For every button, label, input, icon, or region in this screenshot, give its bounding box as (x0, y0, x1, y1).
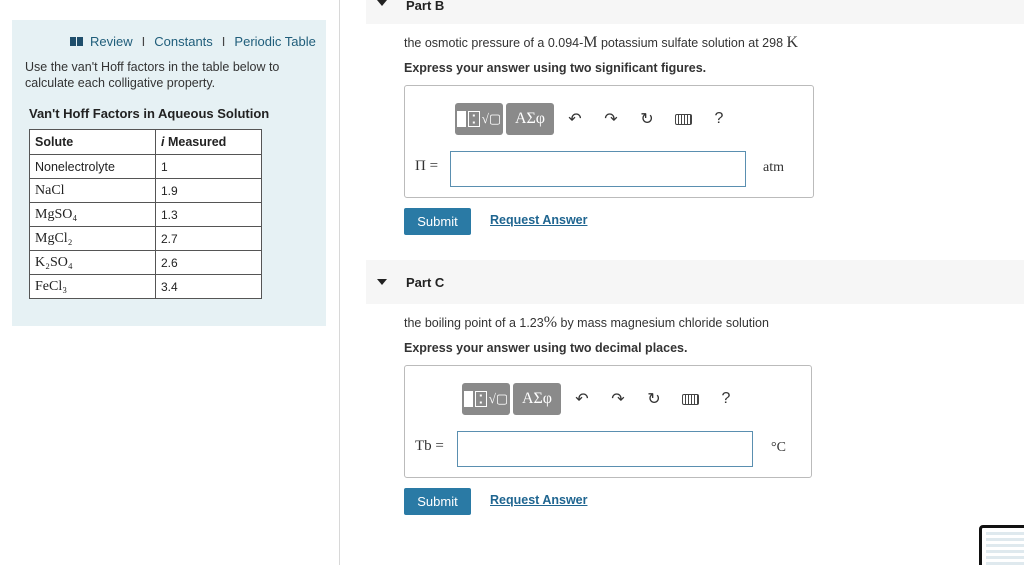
table-row: MgCl₂ 2.7 (29, 226, 262, 251)
table-row: NaCl 1.9 (29, 178, 262, 203)
link-separator: I (221, 34, 226, 49)
value-cell: 2.6 (155, 250, 262, 275)
table-title: Van't Hoff Factors in Aqueous Solution (29, 106, 270, 121)
redo-icon[interactable]: ↷ (593, 103, 629, 135)
part-b-answer-box: ▪ ▪ √▢ ΑΣφ ↶ ↷ ↻ ? Π = atm (404, 85, 814, 198)
greek-letters-button[interactable]: ΑΣφ (513, 383, 561, 415)
link-separator: I (141, 34, 146, 49)
question-text: by mass magnesium chloride solution (557, 316, 769, 330)
periodic-table-link[interactable]: Periodic Table (234, 34, 315, 49)
part-c-submit-button[interactable]: Submit (404, 488, 471, 515)
solute-cell: FeCl₃ (29, 274, 156, 299)
question-text: the boiling point of a 1.23 (404, 316, 544, 330)
part-b-submit-button[interactable]: Submit (404, 208, 471, 235)
part-b-question: the osmotic pressure of a 0.094-M potass… (404, 34, 798, 52)
book-icon (70, 37, 83, 46)
reset-icon[interactable]: ↻ (636, 383, 672, 415)
solute-cell: NaCl (29, 178, 156, 203)
value-cell: 1.9 (155, 178, 262, 203)
value-cell: 2.7 (155, 226, 262, 251)
question-text: potassium sulfate solution at 298 (597, 36, 787, 50)
math-toolbar: ▪ ▪ √▢ ΑΣφ ↶ ↷ ↻ ? (462, 383, 744, 415)
molar-unit: M (583, 34, 598, 51)
solute-header: Solute (29, 129, 156, 155)
keyboard-icon[interactable] (665, 103, 701, 135)
part-b-instruction: Express your answer using two significan… (404, 61, 707, 75)
solute-cell: Nonelectrolyte (29, 154, 156, 179)
solute-cell: K₂SO₄ (29, 250, 156, 275)
atm-unit: atm (763, 160, 784, 175)
table-row: FeCl₃ 3.4 (29, 274, 262, 299)
templates-button[interactable]: ▪ ▪ √▢ (455, 103, 503, 135)
part-c-request-answer-link[interactable]: Request Answer (490, 493, 587, 507)
templates-icon (463, 391, 473, 407)
math-toolbar: ▪ ▪ √▢ ΑΣφ ↶ ↷ ↻ ? (455, 103, 737, 135)
greek-letters-button[interactable]: ΑΣφ (506, 103, 554, 135)
part-c-header[interactable]: Part C (366, 260, 1024, 304)
collapse-triangle-icon[interactable] (377, 279, 387, 285)
page-thumbnail[interactable] (979, 525, 1024, 565)
resource-links: Review I Constants I Periodic Table (70, 34, 316, 49)
part-b-header[interactable]: Part B (366, 0, 1024, 24)
resources-panel: Review I Constants I Periodic Table Use … (12, 20, 326, 326)
help-icon[interactable]: ? (701, 103, 737, 135)
intro-text: Use the van't Hoff factors in the table … (25, 60, 280, 90)
celsius-unit: °C (771, 440, 786, 455)
solute-cell: MgCl₂ (29, 226, 156, 251)
pi-label: Π = (415, 158, 439, 174)
part-c-question: the boiling point of a 1.23% by mass mag… (404, 314, 769, 332)
sqrt-icon: √▢ (481, 111, 502, 126)
page: Review I Constants I Periodic Table Use … (0, 0, 1024, 565)
part-c-instruction: Express your answer using two decimal pl… (404, 341, 688, 355)
solute-cell: MgSO₄ (29, 202, 156, 227)
kelvin-unit: K (786, 34, 799, 51)
undo-icon[interactable]: ↶ (557, 103, 593, 135)
thumbnail-preview (986, 532, 1024, 565)
constants-link[interactable]: Constants (154, 34, 213, 49)
part-c-answer-box: ▪ ▪ √▢ ΑΣφ ↶ ↷ ↻ ? Tb = °C (404, 365, 812, 478)
part-c-label: Part C (406, 275, 445, 290)
measured-header: i Measured (155, 129, 262, 155)
measured-word: Measured (164, 135, 227, 149)
reset-icon[interactable]: ↻ (629, 103, 665, 135)
column-divider (339, 0, 340, 565)
table-row: MgSO₄ 1.3 (29, 202, 262, 227)
fraction-icon: ▪ ▪ (474, 391, 487, 407)
question-text: the osmotic pressure of a 0.094- (404, 36, 584, 50)
fraction-icon: ▪ ▪ (467, 111, 480, 127)
value-cell: 3.4 (155, 274, 262, 299)
templates-icon (456, 111, 466, 127)
percent-symbol: % (543, 314, 558, 331)
table-row: K₂SO₄ 2.6 (29, 250, 262, 275)
osmotic-pressure-input[interactable] (450, 151, 746, 187)
sqrt-icon: √▢ (488, 391, 509, 406)
review-link[interactable]: Review (90, 34, 133, 49)
table-header-row: Solute i Measured (29, 129, 262, 155)
redo-icon[interactable]: ↷ (600, 383, 636, 415)
vant-hoff-table: Solute i Measured Nonelectrolyte 1 NaCl … (29, 129, 262, 299)
value-cell: 1 (155, 154, 262, 179)
templates-button[interactable]: ▪ ▪ √▢ (462, 383, 510, 415)
keyboard-icon[interactable] (672, 383, 708, 415)
table-row: Nonelectrolyte 1 (29, 154, 262, 179)
help-icon[interactable]: ? (708, 383, 744, 415)
undo-icon[interactable]: ↶ (564, 383, 600, 415)
part-b-request-answer-link[interactable]: Request Answer (490, 213, 587, 227)
value-cell: 1.3 (155, 202, 262, 227)
boiling-point-input[interactable] (457, 431, 753, 467)
part-b-label: Part B (406, 0, 445, 13)
tb-label: Tb = (415, 438, 444, 454)
collapse-triangle-icon[interactable] (377, 0, 387, 6)
